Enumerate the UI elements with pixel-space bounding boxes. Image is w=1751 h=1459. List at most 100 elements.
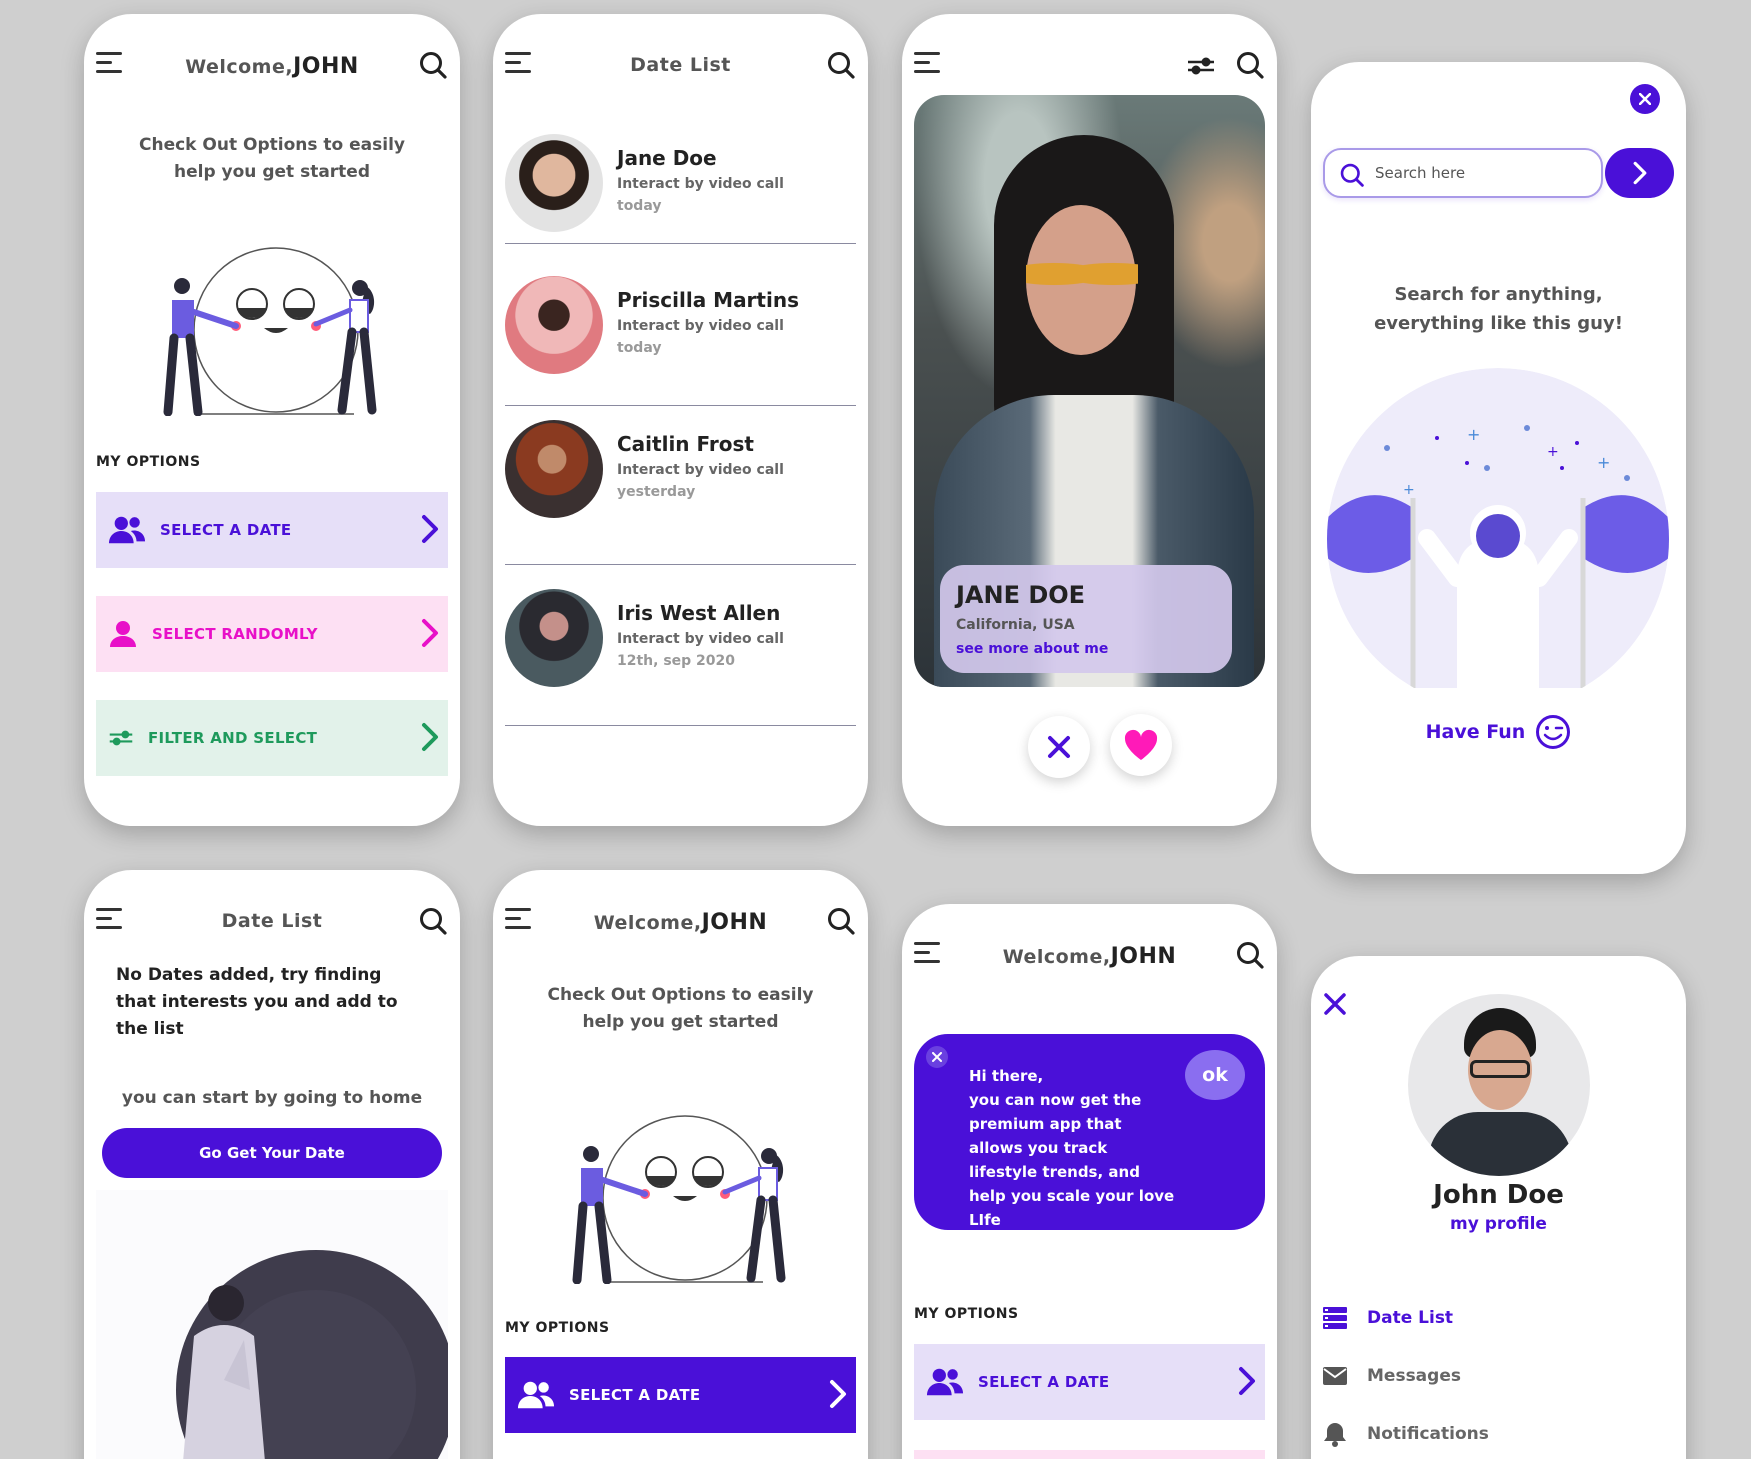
empty-date-list-screen: Date List No Dates added, try finding th…	[84, 870, 460, 1459]
search-icon[interactable]	[826, 50, 856, 80]
header: Welcome,JOHN	[493, 898, 868, 946]
have-fun-footer: Have Fun	[1311, 714, 1686, 750]
chevron-right-icon	[420, 618, 440, 648]
profile-avatar[interactable]	[1408, 994, 1590, 1176]
see-more-link[interactable]: see more about me	[956, 641, 1108, 657]
astronaut-illustration: + + + +	[1327, 368, 1669, 688]
home-screen: Welcome,JOHN Check Out Options to easily…	[84, 14, 460, 826]
sunglasses	[1026, 255, 1138, 293]
ok-button[interactable]: ok	[1185, 1050, 1245, 1100]
info-card: JANE DOE California, USA see more about …	[940, 565, 1232, 673]
bell-icon	[1324, 1423, 1346, 1447]
chevron-right-icon	[828, 1379, 848, 1409]
menu-icon[interactable]	[914, 52, 942, 76]
chevron-right-icon	[1237, 1366, 1257, 1396]
chevron-right-icon	[420, 514, 440, 544]
svg-text:+: +	[1547, 444, 1559, 460]
list-item[interactable]: Priscilla Martins Interact by video call…	[505, 276, 856, 406]
avatar-glasses	[1470, 1060, 1530, 1078]
profile-name: JANE DOE	[956, 581, 1086, 609]
options-label: MY OPTIONS	[914, 1306, 1019, 1322]
select-date-option[interactable]: SELECT A DATE	[914, 1344, 1265, 1420]
search-icon[interactable]	[1235, 50, 1265, 80]
search-icon[interactable]	[418, 50, 448, 80]
chevron-right-icon	[420, 722, 440, 752]
users-icon	[108, 514, 146, 546]
page-title: Welcome,JOHN	[185, 54, 359, 79]
search-input[interactable]: Search here	[1375, 164, 1465, 182]
options-label: MY OPTIONS	[505, 1320, 610, 1336]
svg-text:+: +	[1597, 453, 1610, 472]
avatar	[505, 276, 603, 374]
avatar-shirt	[1428, 1112, 1572, 1176]
users-icon	[517, 1379, 555, 1411]
header: Welcome,JOHN	[902, 932, 1277, 980]
search-icon[interactable]	[826, 906, 856, 936]
go-get-date-button[interactable]: Go Get Your Date	[102, 1128, 442, 1178]
like-button[interactable]	[1110, 714, 1172, 776]
close-icon[interactable]	[1323, 992, 1347, 1016]
header: Date List	[84, 898, 460, 946]
list-icon	[1323, 1307, 1347, 1329]
empty-hint: you can start by going to home	[121, 1088, 423, 1108]
welcome-illustration	[563, 1114, 803, 1284]
avatar	[505, 134, 603, 232]
avatar	[505, 589, 603, 687]
search-icon[interactable]	[1235, 940, 1265, 970]
welcome-illustration	[154, 246, 394, 416]
profile-photo[interactable]: JANE DOE California, USA see more about …	[914, 95, 1265, 687]
close-button[interactable]	[1630, 84, 1660, 114]
profile-card-screen: JANE DOE California, USA see more about …	[902, 14, 1277, 826]
date-list-screen: Date List Jane Doe Interact by video cal…	[493, 14, 868, 826]
search-bar[interactable]: Search here	[1323, 148, 1603, 198]
dislike-button[interactable]	[1028, 716, 1090, 778]
page-title: Welcome,JOHN	[593, 910, 768, 935]
search-icon	[1340, 163, 1364, 187]
close-icon	[1639, 93, 1651, 105]
premium-popup-screen: Welcome,JOHN Hi there, you can now get t…	[902, 904, 1277, 1459]
users-icon	[926, 1366, 964, 1398]
filter-select-option[interactable]: FILTER AND SELECT	[96, 700, 448, 776]
popup-close-button[interactable]	[926, 1046, 948, 1068]
page-title: Date List	[630, 54, 731, 76]
menu-item-date-list[interactable]: Date List	[1321, 1304, 1453, 1332]
list-item[interactable]: Jane Doe Interact by video call today	[505, 134, 856, 244]
close-icon	[932, 1052, 942, 1062]
list-item[interactable]: Caitlin Frost Interact by video call yes…	[505, 420, 856, 565]
side-menu-screen: John Doe my profile Date List Messages N…	[1311, 956, 1686, 1459]
options-label: MY OPTIONS	[96, 454, 201, 470]
next-option-peek	[914, 1450, 1265, 1459]
page-title: Welcome,JOHN	[1002, 944, 1177, 969]
search-submit-button[interactable]	[1605, 148, 1674, 198]
select-randomly-option[interactable]: SELECT RANDOMLY	[96, 596, 448, 672]
filter-icon	[108, 728, 134, 748]
user-icon	[108, 619, 138, 649]
wink-smiley-icon	[1536, 715, 1571, 749]
search-screen: Search here Search for anything, everyth…	[1311, 62, 1686, 874]
page-title: Date List	[221, 910, 323, 932]
close-icon	[1048, 736, 1070, 758]
menu-item-notifications[interactable]: Notifications	[1321, 1420, 1489, 1448]
header	[902, 42, 1277, 90]
chevron-right-icon	[1633, 161, 1646, 185]
select-date-option[interactable]: SELECT A DATE	[505, 1357, 856, 1433]
home-selected-screen: Welcome,JOHN Check Out Options to easily…	[493, 870, 868, 1459]
heart-icon	[1124, 729, 1158, 760]
avatar	[505, 420, 603, 518]
list-item[interactable]: Iris West Allen Interact by video call 1…	[505, 589, 856, 726]
header: Welcome,JOHN	[84, 42, 460, 90]
menu-item-messages[interactable]: Messages	[1321, 1362, 1461, 1390]
search-message: Search for anything, everything like thi…	[1374, 284, 1623, 334]
premium-popup: Hi there, you can now get the premium ap…	[914, 1034, 1265, 1230]
header: Date List	[493, 42, 868, 90]
select-date-option[interactable]: SELECT A DATE	[96, 492, 448, 568]
intro-text: Check Out Options to easily help you get…	[139, 135, 405, 182]
search-icon[interactable]	[418, 906, 448, 936]
intro-text: Check Out Options to easily help you get…	[547, 985, 814, 1032]
filter-icon[interactable]	[1183, 56, 1219, 76]
my-profile-link[interactable]: my profile	[1311, 1214, 1686, 1234]
mail-icon	[1323, 1367, 1347, 1385]
svg-text:+: +	[1467, 425, 1480, 444]
premium-message: Hi there, you can now get the premium ap…	[969, 1067, 1175, 1229]
profile-location: California, USA	[956, 617, 1075, 633]
